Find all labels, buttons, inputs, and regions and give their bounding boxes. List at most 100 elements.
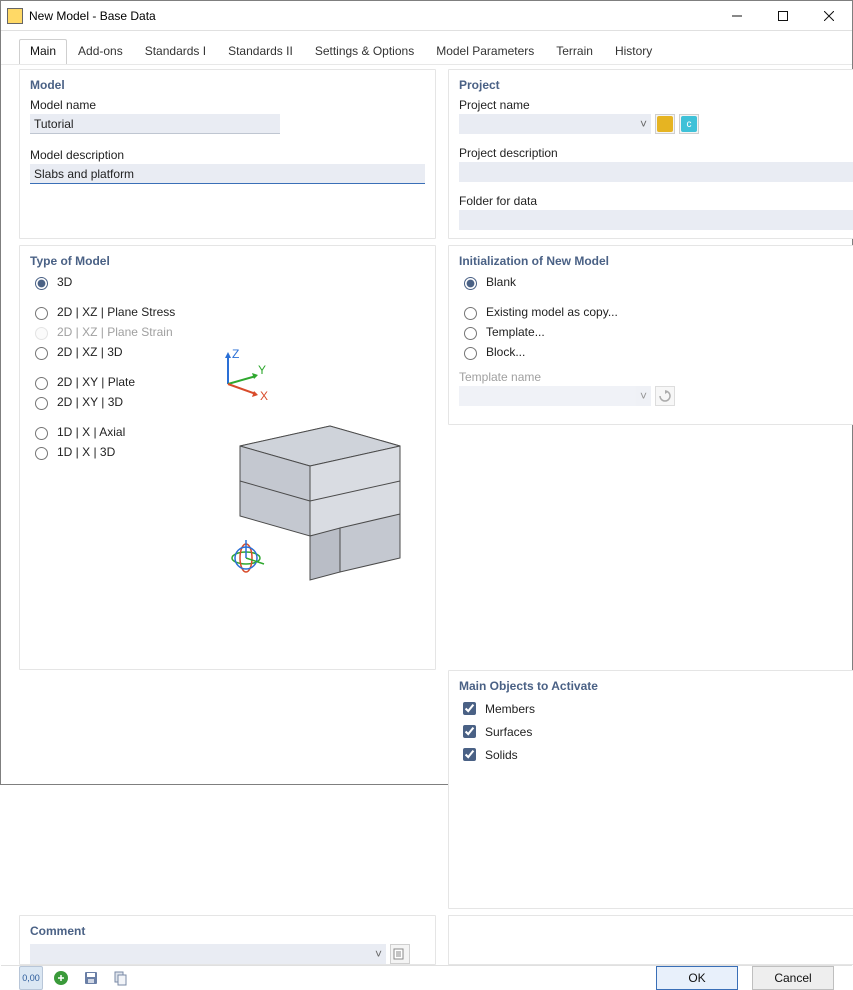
type-option-label: 2D | XY | Plate: [57, 375, 135, 389]
type-radio[interactable]: [35, 377, 48, 390]
project-manager-button[interactable]: [655, 114, 675, 134]
init-radio[interactable]: [464, 307, 477, 320]
y-axis-icon: [228, 376, 256, 384]
mainobj-item-solids[interactable]: Solids: [459, 745, 853, 764]
mainobj-label: Solids: [485, 748, 518, 762]
tab-standards-i[interactable]: Standards I: [134, 39, 217, 64]
chevron-down-icon: ˅: [640, 117, 647, 131]
type-radio[interactable]: [35, 447, 48, 460]
project-name-combo[interactable]: ˅: [459, 114, 651, 134]
mainobj-checkbox[interactable]: [463, 725, 476, 738]
comment-spacer-panel: [448, 915, 853, 965]
template-name-combo: ˅: [459, 386, 651, 406]
project-desc-label: Project description: [459, 146, 853, 160]
mainobj-checkbox[interactable]: [463, 702, 476, 715]
save-button[interactable]: [79, 966, 103, 990]
folder-label: Folder for data: [459, 194, 853, 208]
type-radio[interactable]: [35, 397, 48, 410]
model-desc-label: Model description: [30, 148, 425, 162]
init-option-0[interactable]: Blank: [459, 274, 853, 290]
chevron-down-icon: ˅: [375, 947, 382, 961]
refresh-icon: [659, 390, 671, 402]
tab-model-parameters[interactable]: Model Parameters: [425, 39, 545, 64]
titlebar: New Model - Base Data: [1, 1, 852, 31]
init-option-label: Existing model as copy...: [486, 305, 618, 319]
cloud-icon: c: [681, 116, 697, 132]
mainobj-label: Surfaces: [485, 725, 532, 739]
init-option-label: Block...: [486, 345, 525, 359]
init-radio[interactable]: [464, 347, 477, 360]
footer: 0,00 OK Cancel: [1, 965, 852, 990]
mainobj-checkbox[interactable]: [463, 748, 476, 761]
type-radio[interactable]: [35, 307, 48, 320]
calc-icon: [52, 969, 70, 987]
ok-button[interactable]: OK: [656, 966, 738, 990]
cancel-button[interactable]: Cancel: [752, 966, 834, 990]
tab-standards-ii[interactable]: Standards II: [217, 39, 304, 64]
template-refresh-button: [655, 386, 675, 406]
type-radio: [35, 327, 48, 340]
type-option-label: 2D | XZ | Plane Strain: [57, 325, 173, 339]
init-option-2[interactable]: Template...: [459, 324, 853, 340]
project-cloud-button[interactable]: c: [679, 114, 699, 134]
close-button[interactable]: [806, 1, 852, 31]
tab-main[interactable]: Main: [19, 39, 67, 64]
init-option-3[interactable]: Block...: [459, 344, 853, 360]
minimize-button[interactable]: [714, 1, 760, 31]
maximize-button[interactable]: [760, 1, 806, 31]
tab-settings-options[interactable]: Settings & Options: [304, 39, 425, 64]
init-radio[interactable]: [464, 327, 477, 340]
type-option-label: 2D | XZ | 3D: [57, 345, 123, 359]
init-heading: Initialization of New Model: [459, 254, 853, 268]
svg-text:Z: Z: [232, 347, 239, 361]
comment-panel: Comment ˅: [19, 915, 436, 965]
type-option-label: 2D | XZ | Plane Stress: [57, 305, 175, 319]
svg-text:X: X: [260, 389, 268, 403]
copy-button[interactable]: [109, 966, 133, 990]
type-option-0[interactable]: 3D: [30, 274, 425, 290]
type-radio[interactable]: [35, 277, 48, 290]
model-illustration: Z Y X: [210, 336, 425, 586]
units-button[interactable]: 0,00: [19, 966, 43, 990]
tab-terrain[interactable]: Terrain: [545, 39, 604, 64]
init-option-1[interactable]: Existing model as copy...: [459, 304, 853, 320]
init-option-label: Blank: [486, 275, 516, 289]
copy-icon: [112, 969, 130, 987]
mainobj-item-members[interactable]: Members: [459, 699, 853, 718]
model-heading: Model: [30, 78, 425, 92]
document-icon: [393, 948, 407, 960]
tabstrip: MainAdd-onsStandards IStandards IISettin…: [1, 31, 852, 65]
comment-heading: Comment: [30, 924, 425, 938]
calc-button[interactable]: [49, 966, 73, 990]
content: Model Model name Model description Proje…: [1, 65, 852, 965]
tab-history[interactable]: History: [604, 39, 663, 64]
model-desc-input[interactable]: [30, 164, 425, 184]
comment-pick-button[interactable]: [390, 944, 410, 964]
type-radio[interactable]: [35, 427, 48, 440]
model-name-label: Model name: [30, 98, 425, 112]
mainobj-heading: Main Objects to Activate: [459, 679, 853, 693]
svg-text:Y: Y: [258, 363, 266, 377]
template-name-label: Template name: [459, 370, 853, 384]
units-icon: 0,00: [22, 973, 40, 983]
window-root: New Model - Base Data MainAdd-onsStandar…: [0, 0, 853, 785]
x-axis-icon: [228, 384, 256, 394]
type-option-1[interactable]: 2D | XZ | Plane Stress: [30, 304, 425, 320]
tab-add-ons[interactable]: Add-ons: [67, 39, 134, 64]
project-name-label: Project name: [459, 98, 853, 112]
init-radio[interactable]: [464, 277, 477, 290]
project-heading: Project: [459, 78, 853, 92]
folder-field: [459, 210, 853, 230]
folder-icon: [657, 116, 673, 132]
comment-combo[interactable]: ˅: [30, 944, 386, 964]
init-option-label: Template...: [486, 325, 545, 339]
mainobj-item-surfaces[interactable]: Surfaces: [459, 722, 853, 741]
type-radio[interactable]: [35, 347, 48, 360]
window-title: New Model - Base Data: [29, 9, 156, 23]
type-option-label: 2D | XY | 3D: [57, 395, 123, 409]
chevron-down-icon: ˅: [640, 389, 647, 403]
model-panel: Model Model name Model description: [19, 69, 436, 239]
model-name-input[interactable]: [30, 114, 280, 134]
project-panel: Project Project name ˅ c Project descrip…: [448, 69, 853, 239]
mainobj-label: Members: [485, 702, 535, 716]
